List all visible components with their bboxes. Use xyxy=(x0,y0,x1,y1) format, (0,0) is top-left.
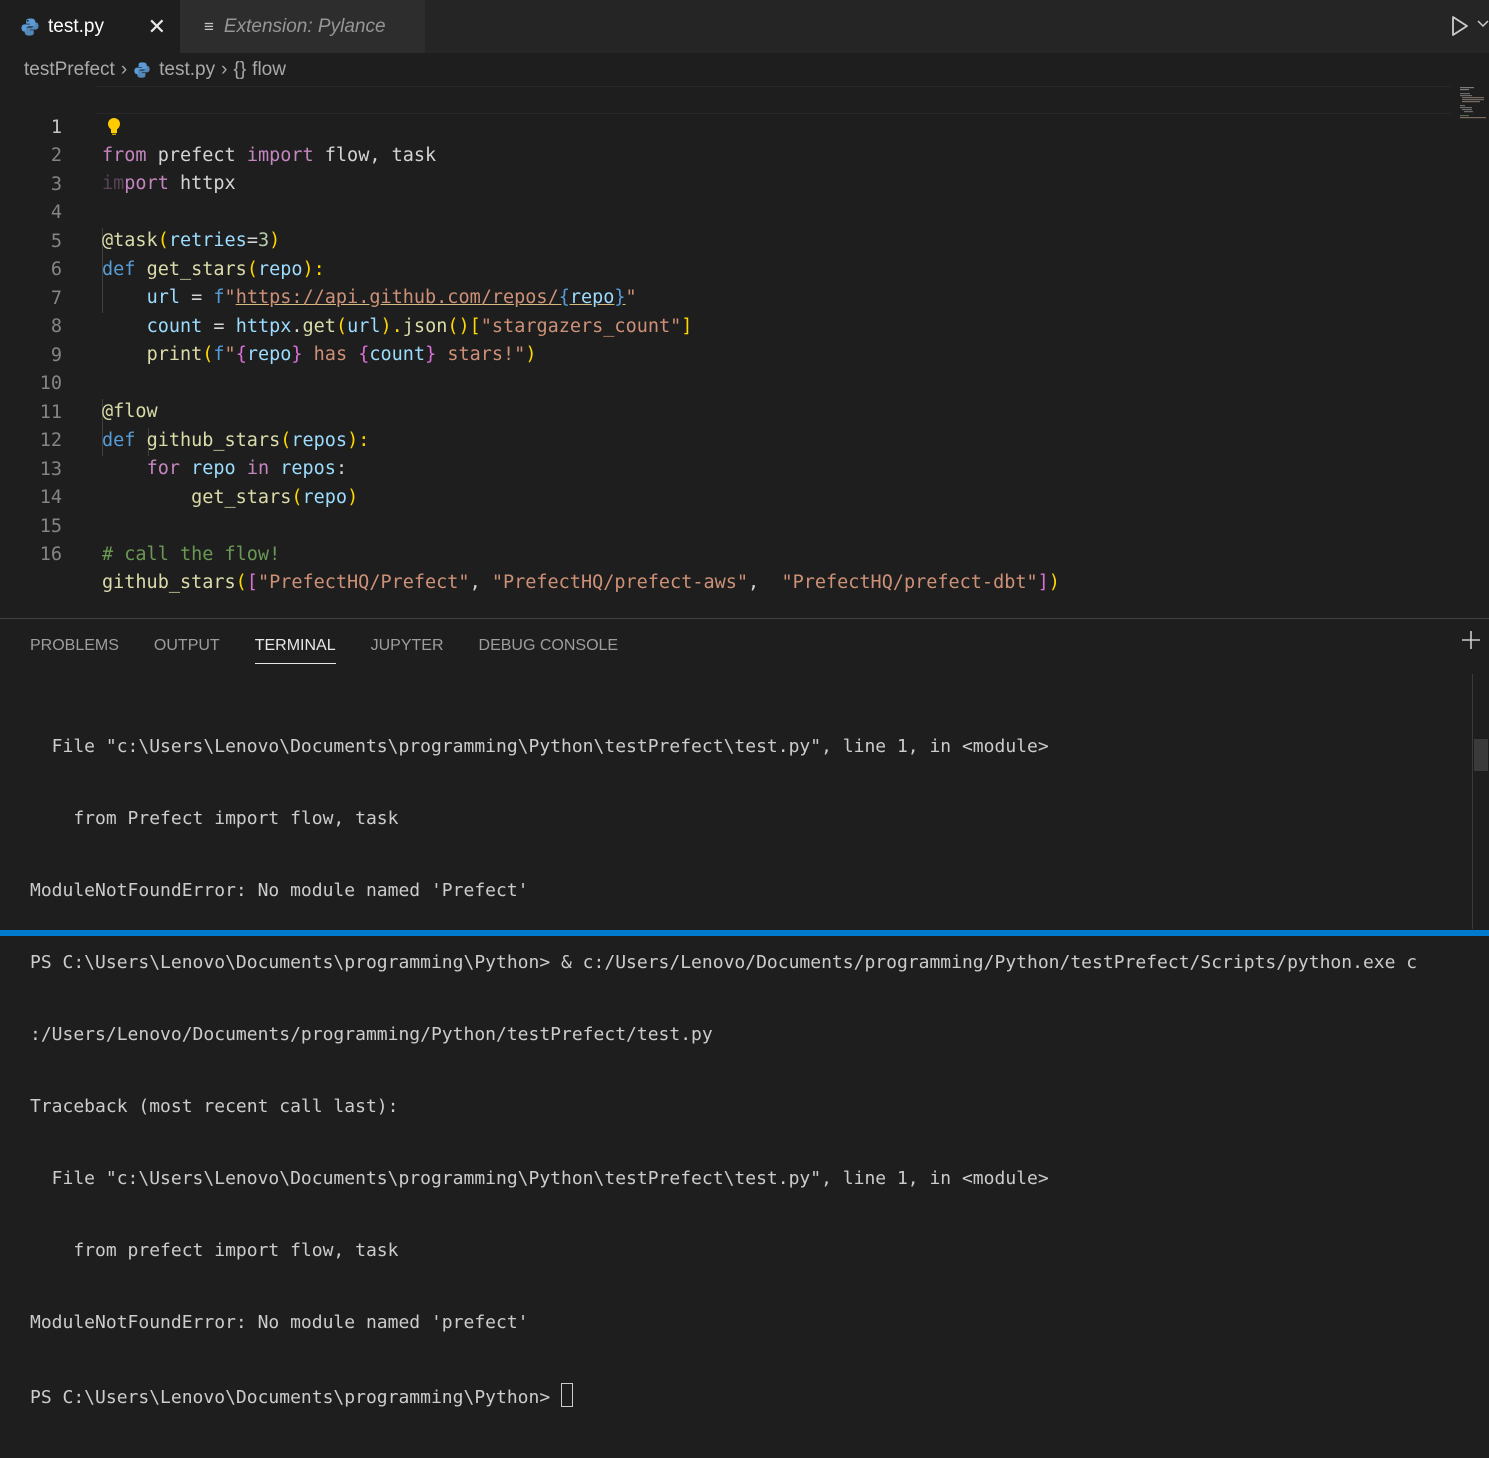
chevron-right-icon: › xyxy=(221,59,228,80)
code-line: 10 @flow xyxy=(39,373,158,422)
terminal-line: from Prefect import flow, task xyxy=(30,808,399,829)
run-icon[interactable] xyxy=(1450,14,1470,38)
tab-jupyter[interactable]: JUPYTER xyxy=(371,637,444,664)
code-line: 8 print(f"{repo} has {count} stars!") xyxy=(50,316,537,365)
code-line: 11 def github_stars(repos): xyxy=(39,402,370,451)
tab-extension-pylance[interactable]: ≡ Extension: Pylance xyxy=(180,0,425,53)
preview-icon: ≡ xyxy=(204,16,214,36)
terminal-line: from prefect import flow, task xyxy=(30,1240,399,1261)
terminal-line: File "c:\Users\Lenovo\Documents\programm… xyxy=(30,736,1049,757)
tab-label: Extension: Pylance xyxy=(223,15,386,37)
breadcrumb-file[interactable]: test.py xyxy=(133,59,215,81)
terminal-cursor[interactable] xyxy=(561,1383,574,1407)
code-editor[interactable]: 1 from prefect import flow, task 2 impor… xyxy=(0,86,1489,618)
terminal-line: Traceback (most recent call last): xyxy=(30,1096,399,1117)
panel-tabs: PROBLEMS OUTPUT TERMINAL JUPYTER DEBUG C… xyxy=(30,637,618,664)
tab-problems[interactable]: PROBLEMS xyxy=(30,637,119,664)
terminal-line: :/Users/Lenovo/Documents/programming/Pyt… xyxy=(30,1024,713,1045)
code-line: 15 # call the flow! xyxy=(39,516,281,565)
terminal-line: ModuleNotFoundError: No module named 'Pr… xyxy=(30,880,529,901)
breadcrumb-symbol[interactable]: flow xyxy=(252,59,286,81)
status-bar xyxy=(0,930,1489,936)
symbol-icon: {} xyxy=(233,59,247,80)
terminal-prompt-line: PS C:\Users\Lenovo\Documents\programming… xyxy=(30,1383,1450,1410)
chevron-right-icon: › xyxy=(120,59,128,80)
code-line: 1 from prefect import flow, task xyxy=(50,117,437,166)
terminal-scrollbar-thumb[interactable] xyxy=(1474,739,1488,771)
terminal-output[interactable]: File "c:\Users\Lenovo\Documents\programm… xyxy=(30,687,1450,1458)
code-line: 5 def get_stars(repo): xyxy=(50,231,325,280)
bottom-panel: PROBLEMS OUTPUT TERMINAL JUPYTER DEBUG C… xyxy=(0,618,1489,1408)
code-line: 9 xyxy=(50,345,62,366)
tab-terminal[interactable]: TERMINAL xyxy=(254,637,336,664)
code-line: 2 import httpx xyxy=(50,145,236,194)
tab-test-py[interactable]: test.py ✕ xyxy=(0,0,180,53)
plus-icon[interactable] xyxy=(1460,629,1482,651)
python-file-icon xyxy=(21,18,39,36)
tab-debug-console[interactable]: DEBUG CONSOLE xyxy=(479,637,619,664)
code-line: 13 get_stars(repo) xyxy=(39,459,359,508)
breadcrumb-folder[interactable]: testPrefect xyxy=(24,59,115,81)
terminal-line: File "c:\Users\Lenovo\Documents\programm… xyxy=(30,1168,1049,1189)
chevron-down-icon[interactable] xyxy=(1477,18,1489,30)
tab-label: test.py xyxy=(48,15,104,37)
code-line: 3 xyxy=(50,174,62,195)
terminal-scrollbar-track xyxy=(1472,674,1473,929)
terminal-line: ModuleNotFoundError: No module named 'pr… xyxy=(30,1312,529,1333)
python-file-icon xyxy=(134,62,150,78)
code-line: 4 @task(retries=3) xyxy=(50,202,281,251)
code-line: 16 github_stars(["PrefectHQ/Prefect", "P… xyxy=(39,544,1060,593)
tab-output[interactable]: OUTPUT xyxy=(154,637,220,664)
code-line: 14 xyxy=(39,487,62,508)
editor-tab-bar: test.py ✕ ≡ Extension: Pylance xyxy=(0,0,1489,53)
code-line: 7 count = httpx.get(url).json()["stargaz… xyxy=(50,288,693,337)
terminal-line: PS C:\Users\Lenovo\Documents\programming… xyxy=(30,952,1418,973)
code-line: 12 for repo in repos: xyxy=(39,430,348,479)
breadcrumb: testPrefect › test.py › {} flow xyxy=(24,57,286,83)
code-line: 6 url = f"https://api.github.com/repos/{… xyxy=(50,259,637,308)
minimap[interactable] xyxy=(1458,86,1486,120)
close-icon[interactable]: ✕ xyxy=(148,14,166,40)
terminal-prompt: PS C:\Users\Lenovo\Documents\programming… xyxy=(30,1387,562,1408)
lightbulb-icon[interactable] xyxy=(106,117,122,137)
